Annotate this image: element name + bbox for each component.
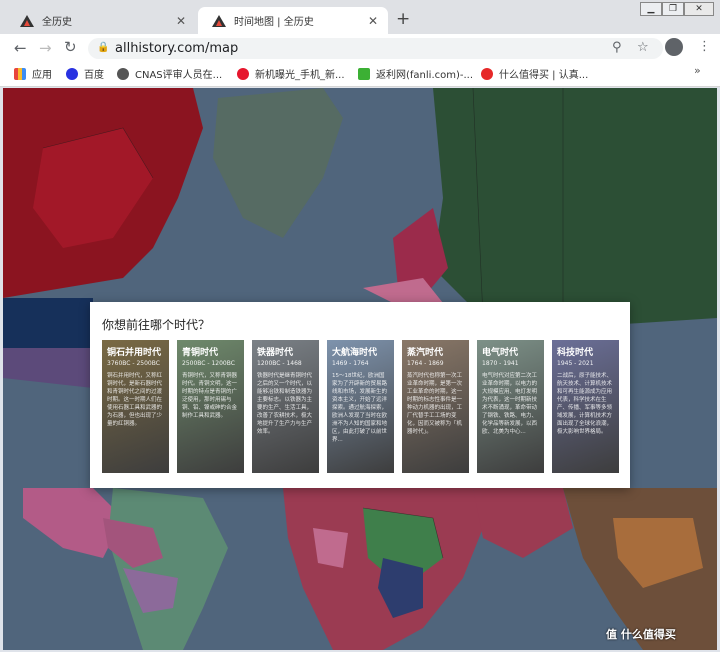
bookmark-weibo[interactable]: 新机曝光_手机_新... [237,66,345,81]
era-card-electric[interactable]: 电气时代 1870 - 1941 电气时代对应第二次工业革命时期，以电力的大规模… [477,340,544,473]
era-name: 铜石并用时代 [107,348,162,358]
tab-close-icon[interactable]: ✕ [368,14,378,28]
era-desc: 铁器时代是继青铜时代之后的又一个时代，以能够冶铁和制造铁器为主要标志。以铁器为主… [257,373,313,435]
url-text[interactable]: allhistory.com/map [115,41,238,56]
era-name: 铁器时代 [257,348,294,358]
modal-title: 你想前往哪个时代？ [102,318,211,332]
era-name: 蒸汽时代 [407,348,444,358]
era-selector-modal: 你想前往哪个时代？ 铜石并用时代 3760BC - 2500BC 铜石并用时代，… [90,302,630,488]
era-card-age-of-discovery[interactable]: 大航海时代 1469 - 1764 15～18世纪，欧洲国家为了开辟新的贸易路线… [327,340,394,473]
apps-grid-icon [14,67,26,80]
reload-icon[interactable]: ↻ [64,38,77,56]
era-card-bronze[interactable]: 青铜时代 2500BC - 1200BC 青铜时代，又称青铜器时代。青铜文明，这… [177,340,244,473]
weibo-icon [237,67,249,80]
era-range: 1200BC - 1468 [257,360,302,367]
era-name: 电气时代 [482,348,519,358]
back-icon[interactable]: ← [14,39,27,57]
era-name: 大航海时代 [332,348,378,358]
forward-icon[interactable]: → [39,39,52,57]
era-card-technology[interactable]: 科技时代 1945 - 2021 二战后，原子能技术、航天技术、计算机技术和可再… [552,340,619,473]
smzdm-icon [481,67,493,80]
window-close-button[interactable]: ✕ [684,2,714,16]
tab-close-icon[interactable]: ✕ [176,14,186,28]
era-card-steam[interactable]: 蒸汽时代 1764 - 1869 蒸汽时代也称第一次工业革命时期，是第一次工业革… [402,340,469,473]
era-range: 1764 - 1869 [407,360,444,367]
bookmark-cnas[interactable]: CNAS评审人员在... [117,66,222,81]
tab-title: 时间地图 | 全历史 [234,17,314,28]
era-name: 科技时代 [557,348,594,358]
smzdm-watermark: 值 什么值得买 [606,628,676,641]
minimize-button[interactable]: ▁ [640,2,662,16]
zoom-icon[interactable]: ⚲ [612,40,622,55]
era-card-chalcolithic[interactable]: 铜石并用时代 3760BC - 2500BC 铜石并用时代，又称红铜时代，是新石… [102,340,169,473]
era-range: 1945 - 2021 [557,360,594,367]
era-desc: 15～18世纪，欧洲国家为了开辟新的贸易路线和市场，发展新生的资本主义，开始了远… [332,373,388,443]
allhistory-logo-icon [212,14,226,27]
bookmark-smzdm[interactable]: 什么值得买 | 认真... [481,66,588,81]
maximize-button[interactable]: ❐ [662,2,684,16]
era-range: 1870 - 1941 [482,360,519,367]
bookmark-apps[interactable]: 应用 [14,66,52,81]
era-desc: 青铜时代，又称青铜器时代。青铜文明，这一时期的特点是青铜的广泛使用，那时用锡与铜… [182,373,238,419]
globe-icon [117,67,129,80]
new-tab-button[interactable]: + [396,9,410,29]
tab-title: 全历史 [42,17,72,28]
era-desc: 二战后，原子能技术、航天技术、计算机技术和可再生能源成为应用代表，科学技术在生产… [557,373,613,435]
bookmark-baidu[interactable]: 百度 [66,66,104,81]
era-range: 2500BC - 1200BC [182,360,235,367]
era-range: 1469 - 1764 [332,360,369,367]
era-name: 青铜时代 [182,348,219,358]
baidu-paw-icon [66,67,78,80]
profile-avatar-icon[interactable] [665,38,683,56]
menu-icon[interactable]: ⋮ [698,39,711,54]
era-range: 3760BC - 2500BC [107,360,160,367]
allhistory-logo-icon [20,14,34,27]
era-desc: 铜石并用时代，又称红铜时代，是新石器时代和青铜时代之间的过渡时期。这一时期人们在… [107,373,163,427]
more-bookmarks-icon[interactable]: » [694,64,701,77]
fanli-icon [358,67,370,80]
tab-allhistory[interactable]: 全历史 ✕ [6,7,196,34]
tab-time-map[interactable]: 时间地图 | 全历史 ✕ [198,7,388,34]
era-desc: 蒸汽时代也称第一次工业革命时期，是第一次工业革命的时期，这一时期的标志性事件是一… [407,373,463,435]
era-desc: 电气时代对应第二次工业革命时期，以电力的大规模应用、电灯发明为代表，这一时期新技… [482,373,538,435]
bookmark-star-icon[interactable]: ☆ [637,40,649,55]
lock-icon[interactable]: 🔒 [97,42,109,53]
era-card-iron[interactable]: 铁器时代 1200BC - 1468 铁器时代是继青铜时代之后的又一个时代，以能… [252,340,319,473]
bookmark-fanli[interactable]: 返利网(fanli.com)-... [358,66,473,81]
